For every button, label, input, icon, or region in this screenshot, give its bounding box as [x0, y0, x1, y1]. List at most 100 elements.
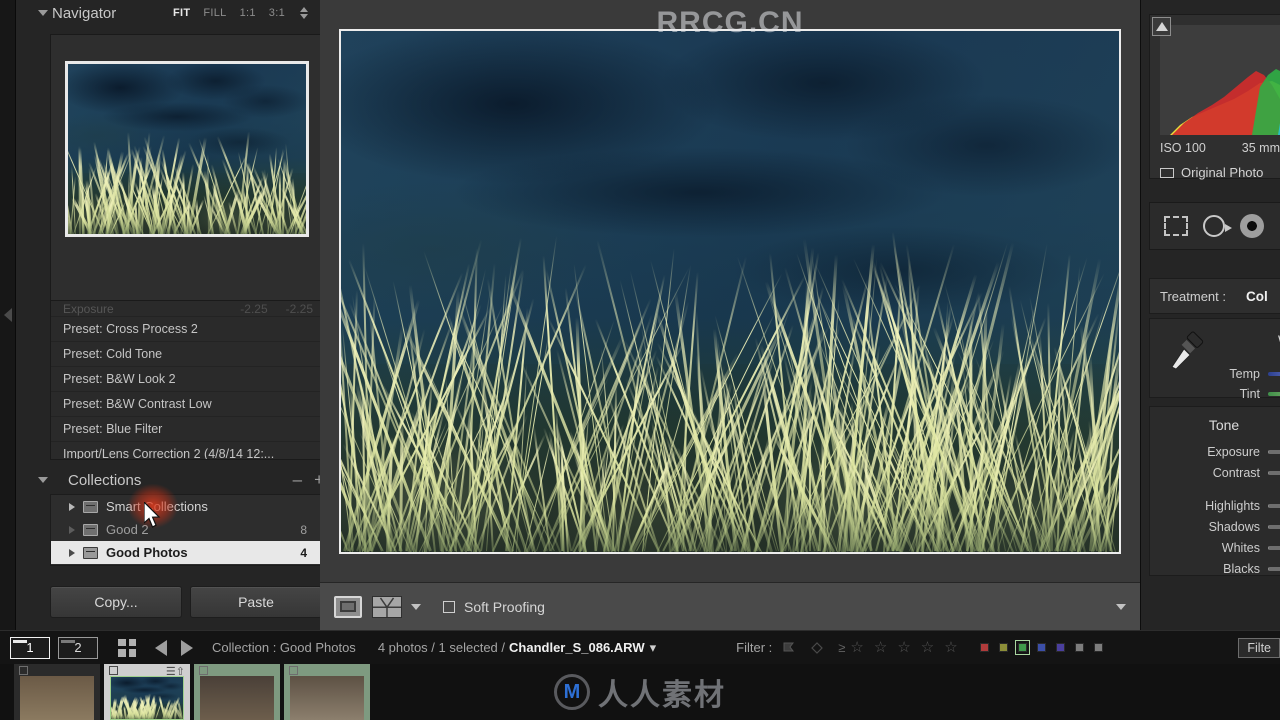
original-photo-row[interactable]: Original Photo	[1160, 165, 1263, 180]
tone-slider-row[interactable]: Highlights	[1150, 499, 1280, 513]
zoom-fit[interactable]: FIT	[173, 7, 190, 19]
before-after-view-icon[interactable]	[372, 596, 402, 618]
history-item[interactable]: Preset: Blue Filter	[51, 417, 321, 442]
color-label-swatch[interactable]	[1018, 643, 1027, 652]
navigator-thumbnail[interactable]	[65, 61, 309, 237]
tint-slider-track[interactable]	[1268, 392, 1280, 396]
filmstrip-thumbnail[interactable]	[194, 664, 280, 720]
copy-paste-buttons: Copy... Paste	[50, 586, 322, 618]
history-item[interactable]: Preset: B&W Look 2	[51, 367, 321, 392]
color-label-swatch[interactable]	[1056, 643, 1065, 652]
filmstrip-flag-icon[interactable]	[19, 666, 28, 675]
star-icon[interactable]: ☆	[944, 639, 957, 656]
tone-slider-track[interactable]	[1268, 504, 1280, 508]
remove-collection-button[interactable]: –	[293, 470, 302, 490]
tone-slider-row[interactable]: Contrast	[1150, 466, 1280, 480]
tone-slider-track[interactable]	[1268, 546, 1280, 550]
temp-slider-row[interactable]: Temp	[1150, 367, 1280, 381]
history-item[interactable]: Preset: Cold Tone	[51, 342, 321, 367]
tone-slider-track[interactable]	[1268, 525, 1280, 529]
grid-view-icon[interactable]	[118, 639, 136, 657]
forward-arrow-icon[interactable]	[181, 640, 193, 656]
filmstrip-flag-icon[interactable]	[199, 666, 208, 675]
tone-slider-track[interactable]	[1268, 471, 1280, 475]
collection-item[interactable]: Good 28	[51, 518, 321, 541]
collection-expand-icon[interactable]	[69, 549, 75, 557]
navigator-header[interactable]: Navigator FIT FILL 1:1 3:1	[16, 0, 320, 26]
collections-chevron-down-icon[interactable]	[38, 477, 48, 483]
left-panel-collapse-handle[interactable]	[0, 0, 16, 630]
tone-slider-row[interactable]: Exposure	[1150, 445, 1280, 459]
loupe-view-icon[interactable]	[334, 596, 362, 618]
star-icon[interactable]: ☆	[850, 639, 863, 656]
history-item-label: Import/Lens Correction 2 (4/8/14 12:...	[63, 447, 274, 460]
navigator-zoom-options: FIT FILL 1:1 3:1	[173, 7, 308, 19]
color-label-swatch[interactable]	[1037, 643, 1046, 652]
color-label-swatch[interactable]	[999, 643, 1008, 652]
tone-slider-track[interactable]	[1268, 450, 1280, 454]
history-item[interactable]: Preset: B&W Contrast Low	[51, 392, 321, 417]
collection-item[interactable]: Good Photos4	[51, 541, 321, 564]
history-item[interactable]: Preset: Cross Process 2	[51, 317, 321, 342]
paste-button[interactable]: Paste	[190, 586, 322, 618]
main-photo	[341, 31, 1119, 552]
filmstrip-thumbnail[interactable]	[284, 664, 370, 720]
rrcg-watermark: RRCG.CN	[657, 6, 804, 40]
chevron-down-icon[interactable]	[38, 10, 48, 16]
collection-expand-icon[interactable]	[69, 503, 75, 511]
soft-proofing-toggle[interactable]: Soft Proofing	[443, 599, 545, 615]
toolbar-chevron-down-icon[interactable]	[1116, 604, 1126, 610]
shadow-clipping-indicator[interactable]	[1152, 17, 1171, 36]
soft-proofing-label: Soft Proofing	[464, 599, 545, 615]
flag-picked-icon[interactable]	[782, 641, 796, 655]
tone-slider-track[interactable]	[1268, 567, 1280, 571]
screen-1-tab[interactable]: 1	[10, 637, 50, 659]
zoom-3-1[interactable]: 3:1	[269, 7, 285, 19]
star-rating-filter[interactable]: ☆ ☆ ☆ ☆ ☆	[845, 638, 962, 657]
main-photo-frame[interactable]	[339, 29, 1121, 554]
copy-button[interactable]: Copy...	[50, 586, 182, 618]
treatment-value[interactable]: Col	[1246, 289, 1268, 304]
filmstrip-thumbnail[interactable]	[14, 664, 100, 720]
filmstrip-flag-icon[interactable]	[289, 666, 298, 675]
zoom-fill[interactable]: FILL	[203, 7, 226, 19]
develop-tool-strip	[1149, 202, 1280, 250]
histogram-graph[interactable]	[1160, 25, 1280, 135]
spot-removal-icon[interactable]	[1203, 215, 1225, 237]
rating-gte-icon[interactable]: ≥	[838, 640, 845, 655]
filename-chevron-down-icon[interactable]: ▾	[650, 640, 657, 656]
soft-proofing-checkbox[interactable]	[443, 601, 455, 613]
filename-label[interactable]: Chandler_S_086.ARW	[509, 640, 645, 655]
color-label-swatch[interactable]	[1075, 643, 1084, 652]
tone-slider-row[interactable]: Blacks	[1150, 562, 1280, 576]
screen-2-tab[interactable]: 2	[58, 637, 98, 659]
color-label-swatch[interactable]	[1094, 643, 1103, 652]
star-icon[interactable]: ☆	[874, 639, 887, 656]
flag-rejected-icon[interactable]	[810, 641, 824, 655]
zoom-stepper-icon[interactable]	[300, 7, 308, 19]
star-icon[interactable]: ☆	[921, 639, 934, 656]
tint-slider-row[interactable]: Tint	[1150, 387, 1280, 401]
view-mode-chevron-down-icon[interactable]	[411, 604, 421, 610]
collection-expand-icon[interactable]	[69, 526, 75, 534]
back-arrow-icon[interactable]	[155, 640, 167, 656]
temp-slider-track[interactable]	[1268, 372, 1280, 376]
tone-slider-row[interactable]: Whites	[1150, 541, 1280, 555]
zoom-1-1[interactable]: 1:1	[240, 7, 256, 19]
color-label-filter[interactable]	[975, 639, 1108, 657]
history-item[interactable]: Import/Lens Correction 2 (4/8/14 12:...	[51, 442, 321, 460]
tone-slider-row[interactable]: Shadows	[1150, 520, 1280, 534]
histogram-curves	[1160, 25, 1280, 135]
collection-item[interactable]: Smart Collections	[51, 495, 321, 518]
history-item[interactable]: Exposure-2.25-2.25	[51, 301, 321, 317]
filter-preset-button[interactable]: Filte	[1238, 638, 1280, 658]
star-icon[interactable]: ☆	[897, 639, 910, 656]
collection-folder-icon	[83, 501, 98, 513]
filmstrip-flag-icon[interactable]	[109, 666, 118, 675]
color-label-swatch[interactable]	[980, 643, 989, 652]
filmstrip-thumbnail[interactable]: ☰⇧	[104, 664, 190, 720]
crop-overlay-icon[interactable]	[1164, 216, 1188, 236]
photo-stage[interactable]	[320, 0, 1140, 582]
collections-header[interactable]: Collections – +	[32, 466, 336, 494]
red-eye-icon[interactable]	[1240, 214, 1264, 238]
